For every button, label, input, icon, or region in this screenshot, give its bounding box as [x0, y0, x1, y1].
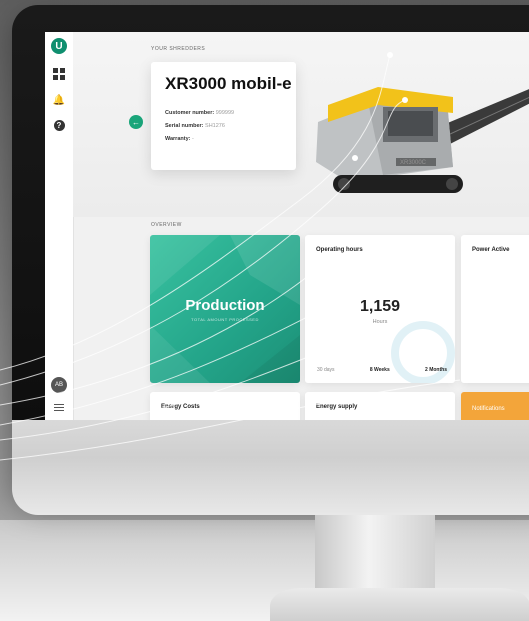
energy-supply-title: Energy supply	[316, 404, 358, 410]
notifications-title: Notifications	[472, 406, 505, 412]
overview-section-label: OVERVIEW	[151, 222, 182, 228]
warranty-row: Warranty: -	[165, 136, 282, 142]
dashboard-icon[interactable]	[53, 68, 65, 80]
menu-icon[interactable]	[54, 404, 64, 413]
sidebar: U 🔔 ? AB	[45, 32, 74, 420]
production-title: Production	[185, 297, 265, 314]
energy-costs-card[interactable]: Energy Costs	[150, 392, 300, 420]
operating-hours-card[interactable]: Operating hours 1,159 Hours 30 days 8 We…	[305, 235, 455, 383]
energy-costs-title: Energy Costs	[161, 404, 200, 410]
range-selector: 30 days 8 Weeks 2 Months	[317, 367, 447, 373]
serial-number-row: Serial number: SH1276	[165, 123, 282, 129]
customer-number-value: 999999	[215, 110, 235, 116]
bell-icon[interactable]: 🔔	[53, 94, 65, 106]
shredder-machine-image: XR3000C	[316, 87, 529, 193]
range-2-months[interactable]: 2 Months	[425, 367, 447, 373]
shredder-info-card[interactable]: XR3000 mobil-e Customer number: 999999 S…	[151, 62, 296, 170]
range-8-weeks[interactable]: 8 Weeks	[370, 367, 390, 373]
customer-number-label: Customer number:	[165, 110, 215, 116]
user-avatar[interactable]: AB	[51, 377, 67, 393]
warranty-value: -	[192, 136, 194, 142]
shredders-section-label: YOUR SHREDDERS	[151, 46, 206, 52]
operating-hours-unit: Hours	[372, 319, 388, 325]
operating-hours-title: Operating hours	[316, 247, 363, 253]
warranty-label: Warranty:	[165, 136, 191, 142]
monitor-stand	[315, 515, 435, 590]
notifications-card[interactable]: Notifications	[461, 392, 529, 420]
power-active-card[interactable]: Power Active	[461, 235, 529, 383]
operating-hours-value: 1,159	[359, 298, 401, 315]
monitor-chin	[12, 420, 529, 515]
production-subtitle: TOTAL AMOUNT PROCESSED	[191, 317, 259, 322]
back-button[interactable]: ←	[129, 115, 143, 129]
hero-section: YOUR SHREDDERS ← XR3000 mobil-e Customer…	[73, 32, 529, 217]
range-30-days[interactable]: 30 days	[317, 367, 335, 373]
serial-number-value: SH1276	[205, 123, 225, 129]
clock-icon	[391, 321, 455, 383]
production-card[interactable]: Production TOTAL AMOUNT PROCESSED	[150, 235, 300, 383]
power-active-title: Power Active	[472, 247, 510, 253]
main-content: YOUR SHREDDERS ← XR3000 mobil-e Customer…	[73, 32, 529, 420]
monitor-base	[270, 588, 529, 621]
monitor-screen: U 🔔 ? AB YOUR SHREDDERS ← XR3000 mobil-e…	[45, 32, 529, 420]
energy-supply-card[interactable]: Energy supply	[305, 392, 455, 420]
machine-model: XR3000 mobil-e	[165, 74, 292, 93]
serial-number-label: Serial number:	[165, 123, 204, 129]
app-logo[interactable]: U	[51, 38, 67, 54]
customer-number-row: Customer number: 999999	[165, 110, 282, 116]
help-icon[interactable]: ?	[53, 120, 65, 131]
